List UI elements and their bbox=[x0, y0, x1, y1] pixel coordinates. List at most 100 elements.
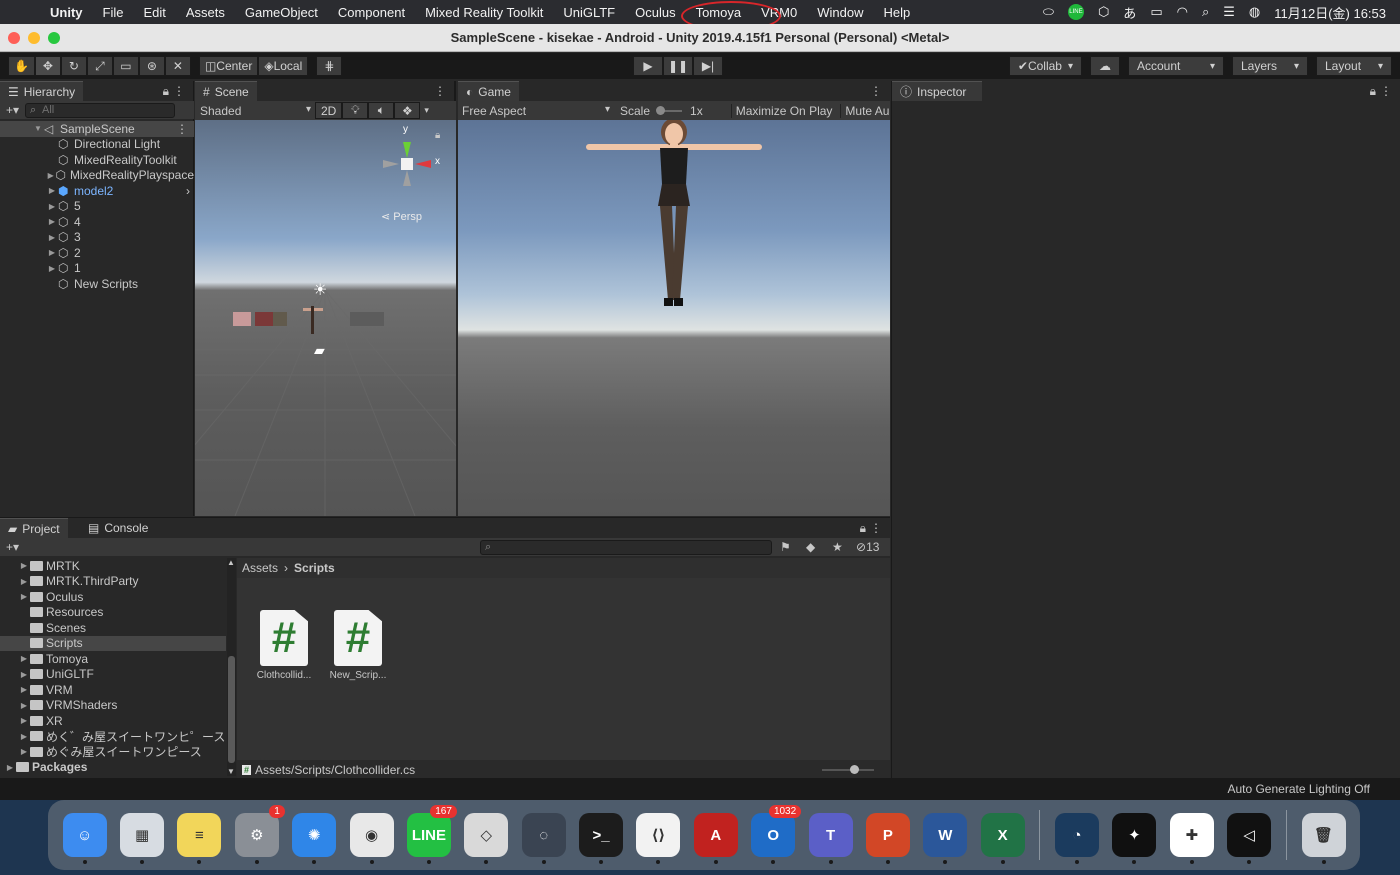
hand-tool-icon[interactable]: ✋ bbox=[8, 56, 35, 76]
line-app-icon[interactable]: LINE 167 bbox=[406, 805, 457, 864]
steam-app-icon[interactable]: ◔ bbox=[1055, 813, 1100, 864]
folder-row[interactable]: ▶ MRTK bbox=[0, 558, 226, 574]
expand-arrow-icon[interactable]: ▶ bbox=[18, 670, 30, 679]
scene-viewport[interactable]: y x 🔒︎ ⋖ Persp ☀ ▰ bbox=[195, 120, 456, 516]
kebab-menu-icon[interactable]: ⋮ bbox=[870, 521, 882, 535]
unity-status-icon[interactable]: ⬡ bbox=[1098, 4, 1109, 20]
expand-arrow-icon[interactable]: ▶ bbox=[46, 171, 55, 180]
maximize-on-play-toggle[interactable]: Maximize On Play bbox=[730, 103, 832, 118]
game-viewport[interactable] bbox=[458, 120, 890, 516]
scale-slider[interactable] bbox=[656, 105, 683, 115]
unity-hub-app-icon[interactable]: ◇ bbox=[464, 813, 509, 864]
pivot-local-button[interactable]: ◈ Local bbox=[258, 56, 309, 76]
collab-dropdown[interactable]: ✔ Collab bbox=[1008, 56, 1082, 76]
excel-app-icon[interactable]: X bbox=[980, 813, 1025, 864]
2d-toggle[interactable]: 2D bbox=[315, 102, 343, 119]
menu-edit[interactable]: Edit bbox=[133, 5, 175, 20]
scale-tool-icon[interactable]: ⤢ bbox=[86, 56, 113, 76]
menu-mixed-reality-toolkit[interactable]: Mixed Reality Toolkit bbox=[415, 5, 553, 20]
lock-icon[interactable]: 🔒︎ bbox=[1370, 84, 1376, 99]
folder-row[interactable]: ▶ XR bbox=[0, 713, 226, 729]
scene-lock-icon[interactable]: 🔒︎ bbox=[435, 130, 440, 141]
tab-project[interactable]: ▰ Project bbox=[0, 518, 68, 538]
expand-arrow-icon[interactable]: ▶ bbox=[46, 248, 58, 257]
battery-icon[interactable]: ▭ bbox=[1150, 4, 1162, 20]
word-app-icon[interactable]: W bbox=[923, 813, 968, 864]
menu-window[interactable]: Window bbox=[807, 5, 873, 20]
expand-arrow-icon[interactable]: ▶ bbox=[18, 654, 30, 663]
step-button[interactable]: ▶| bbox=[693, 56, 723, 76]
expand-arrow-icon[interactable]: ▼ bbox=[32, 124, 44, 133]
clock[interactable]: 11月12日(金) 16:53 bbox=[1274, 3, 1386, 22]
folder-row[interactable]: ▶ VRM bbox=[0, 682, 226, 698]
slider-thumb[interactable] bbox=[656, 105, 666, 115]
menu-assets[interactable]: Assets bbox=[176, 5, 235, 20]
launchpad-app-icon[interactable]: ▦ bbox=[120, 813, 165, 864]
folder-row[interactable]: ▶ MRTK.ThirdParty bbox=[0, 574, 226, 590]
persp-label[interactable]: ⋖ Persp bbox=[381, 210, 422, 223]
menu-help[interactable]: Help bbox=[873, 5, 920, 20]
grid-snap-icon[interactable]: ⋕ bbox=[316, 56, 343, 76]
menu-unigltf[interactable]: UniGLTF bbox=[553, 5, 625, 20]
tab-inspector[interactable]: ⓘ Inspector bbox=[892, 81, 982, 101]
menu-oculus[interactable]: Oculus bbox=[625, 5, 685, 20]
folder-row[interactable]: ▶ めく゛み屋スイートワンヒ゜ース bbox=[0, 729, 226, 745]
expand-arrow-icon[interactable]: ▶ bbox=[18, 716, 30, 725]
folder-scrollbar[interactable]: ▲ ▼ bbox=[227, 558, 236, 776]
tree-row[interactable]: ▶ ⬡ MixedRealityPlayspace bbox=[0, 168, 194, 184]
folder-row-scripts[interactable]: Scripts bbox=[0, 635, 226, 651]
scene-menu-icon[interactable]: ⋮ bbox=[176, 122, 194, 136]
lighting-toggle-icon[interactable]: 💡︎ bbox=[342, 102, 369, 119]
tree-row[interactable]: ▶ ⬡ 2 bbox=[0, 245, 194, 261]
folder-row-packages[interactable]: ▶ Packages bbox=[0, 760, 226, 776]
play-button[interactable]: ▶ bbox=[633, 56, 663, 76]
tab-game[interactable]: ◐ Game bbox=[458, 81, 519, 101]
kebab-menu-icon[interactable]: ⋮ bbox=[173, 84, 185, 98]
trash-app-icon[interactable]: 🗑 bbox=[1301, 813, 1346, 864]
finder-app-icon[interactable]: ☺ bbox=[62, 813, 107, 864]
close-window-button[interactable] bbox=[8, 32, 20, 44]
toggle-icon[interactable]: ⬭ bbox=[1043, 4, 1054, 20]
expand-arrow-icon[interactable]: ▶ bbox=[4, 763, 16, 772]
mute-audio-toggle[interactable]: Mute Au bbox=[840, 103, 889, 118]
lock-icon[interactable]: 🔒︎ bbox=[163, 84, 169, 99]
search-by-type-icon[interactable]: ⚑ bbox=[780, 540, 791, 554]
expand-arrow-icon[interactable]: ▶ bbox=[18, 561, 30, 570]
scrollbar-thumb[interactable] bbox=[228, 656, 235, 763]
menu-component[interactable]: Component bbox=[328, 5, 415, 20]
rotate-tool-icon[interactable]: ↻ bbox=[60, 56, 87, 76]
layout-dropdown[interactable]: Layout bbox=[1316, 56, 1392, 76]
progress-app-app-icon[interactable]: ◌ bbox=[521, 813, 566, 864]
tree-row[interactable]: ▶ ⬡ 1 bbox=[0, 261, 194, 277]
unity-app-icon[interactable]: ◁ bbox=[1227, 813, 1272, 864]
transform-tool-icon[interactable]: ⊛ bbox=[138, 56, 165, 76]
account-dropdown[interactable]: Account bbox=[1128, 56, 1224, 76]
expand-arrow-icon[interactable]: ▶ bbox=[46, 217, 58, 226]
menu-gameobject[interactable]: GameObject bbox=[235, 5, 328, 20]
kebab-menu-icon[interactable]: ⋮ bbox=[1380, 84, 1392, 98]
safari-app-icon[interactable]: ✺ bbox=[292, 813, 337, 864]
scroll-up-icon[interactable]: ▲ bbox=[227, 558, 235, 567]
kebab-menu-icon[interactable]: ⋮ bbox=[434, 84, 446, 98]
expand-arrow-icon[interactable]: ▶ bbox=[46, 202, 58, 211]
folder-row[interactable]: ▶ めぐみ屋スイートワンピース bbox=[0, 744, 226, 760]
pause-button[interactable]: ❚❚ bbox=[663, 56, 693, 76]
notes-app-icon[interactable]: ≡ bbox=[177, 813, 222, 864]
expand-arrow-icon[interactable]: ▶ bbox=[46, 264, 58, 273]
favorites-star-icon[interactable]: ★ bbox=[832, 540, 843, 554]
teams-app-icon[interactable]: T bbox=[808, 813, 853, 864]
hidden-packages-toggle[interactable]: ⊘13 bbox=[856, 540, 879, 554]
pivot-center-button[interactable]: ◫ Center bbox=[198, 56, 259, 76]
slack-app-icon[interactable]: ✚ bbox=[1169, 813, 1214, 864]
folder-row[interactable]: Resources bbox=[0, 605, 226, 621]
expand-arrow-icon[interactable]: ▶ bbox=[18, 747, 30, 756]
asset-file[interactable]: # New_Scrip... bbox=[327, 610, 389, 681]
powerpoint-app-icon[interactable]: P bbox=[865, 813, 910, 864]
folder-row[interactable]: ▶ Oculus bbox=[0, 589, 226, 605]
effects-toggle-icon[interactable]: ❖ bbox=[394, 102, 421, 119]
search-by-label-icon[interactable]: ◆ bbox=[806, 540, 815, 554]
tree-row[interactable]: ▶ ⬡ 5 bbox=[0, 199, 194, 215]
vscode-app-icon[interactable]: ⟨⟩ bbox=[636, 813, 681, 864]
folder-row[interactable]: ▶ UniGLTF bbox=[0, 667, 226, 683]
expand-arrow-icon[interactable]: ▶ bbox=[18, 732, 30, 741]
